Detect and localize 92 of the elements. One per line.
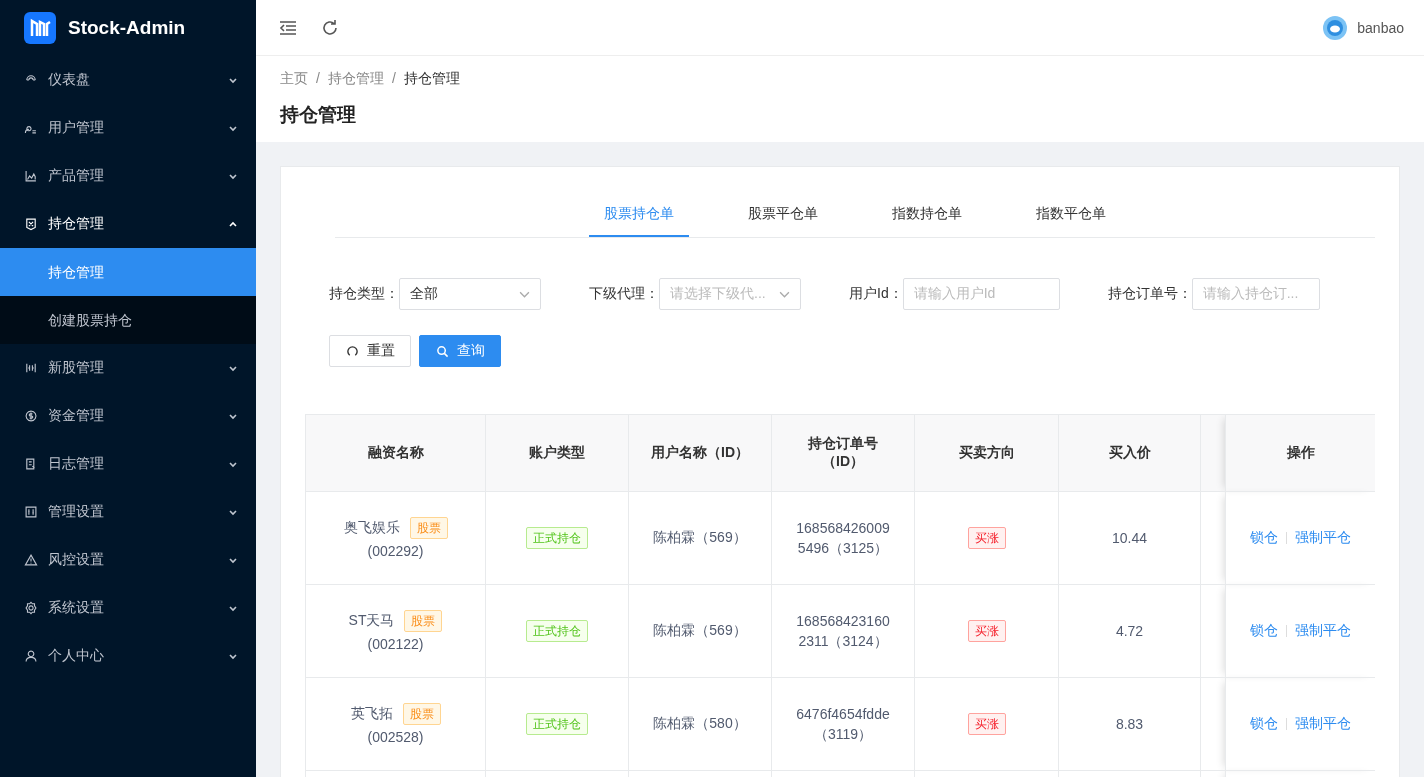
chevron-icon (228, 219, 238, 229)
menu-item[interactable]: 仪表盘 (0, 56, 256, 104)
menu-icon (24, 217, 38, 231)
submenu-item[interactable]: 创建股票持仓 (0, 296, 256, 344)
menu-icon (24, 409, 38, 423)
table-cell: 陈柏霖（580） (628, 677, 772, 771)
filter-label: 持仓订单号： (1107, 285, 1192, 303)
user-name[interactable]: banbao (1357, 19, 1404, 36)
app-title: Stock-Admin (68, 17, 186, 39)
direction-tag: 买涨 (967, 527, 1006, 549)
stock-code: (002528) (366, 729, 425, 745)
filter-label: 持仓类型： (329, 285, 399, 303)
account-type-tag: 正式持仓 (526, 527, 588, 549)
logo-icon (24, 12, 56, 44)
menu-icon (24, 457, 38, 471)
breadcrumb-separator: / (391, 70, 396, 88)
breadcrumb-item[interactable]: 持仓管理 (327, 70, 384, 88)
stock-tag: 股票 (402, 703, 441, 725)
chevron-icon (228, 75, 238, 85)
chevron-icon (228, 411, 238, 421)
column-header: 持仓订单号（ID） (771, 414, 915, 492)
select-field[interactable]: 全部 (399, 278, 541, 310)
avatar-icon[interactable] (1323, 15, 1348, 40)
chevron-icon (228, 459, 238, 469)
action-link[interactable]: 强制平仓 (1295, 529, 1351, 545)
search-icon (435, 344, 449, 358)
menu-icon (24, 505, 38, 519)
breadcrumb-separator: / (316, 70, 320, 88)
tab[interactable]: 指数持仓单 (877, 191, 977, 237)
order-number: 6476f4654fdde（3119） (795, 705, 891, 744)
action-link[interactable]: 锁仓 (1250, 715, 1278, 731)
chevron-icon (228, 507, 238, 517)
chevron-icon (228, 123, 238, 133)
stock-name: ST天马 (348, 612, 395, 630)
refresh-icon[interactable] (320, 17, 340, 38)
stock-name: 奥飞娱乐 (343, 519, 400, 537)
menu-item[interactable]: 新股管理 (0, 344, 256, 392)
action-link[interactable]: 锁仓 (1250, 622, 1278, 638)
table-cell: 4.72 (1058, 584, 1201, 678)
menu-item[interactable]: 管理设置 (0, 488, 256, 536)
menu-icon (24, 601, 38, 615)
breadcrumb-item: 持仓管理 (403, 70, 460, 88)
chevron-icon (228, 555, 238, 565)
menu-item[interactable]: 系统设置 (0, 584, 256, 632)
filter-label: 用户Id： (849, 285, 903, 303)
reset-icon (345, 344, 359, 358)
page-title: 持仓管理 (280, 103, 357, 127)
menu-item[interactable]: 用户管理 (0, 104, 256, 152)
chevron-icon (228, 651, 238, 661)
tab[interactable]: 股票平仓单 (733, 191, 833, 237)
column-header: 买入价 (1058, 414, 1201, 492)
chevron-icon (228, 603, 238, 613)
action-link[interactable]: 强制平仓 (1295, 715, 1351, 731)
reset-button[interactable]: 重置 (329, 335, 411, 367)
action-link[interactable]: 锁仓 (1250, 529, 1278, 545)
account-type-tag: 正式持仓 (526, 620, 588, 642)
direction-tag: 买涨 (967, 713, 1006, 735)
menu-item[interactable]: 产品管理 (0, 152, 256, 200)
stock-tag: 股票 (409, 517, 448, 539)
order-number: 1685684231602311（3124） (795, 612, 891, 651)
column-header: 买卖方向 (914, 414, 1059, 492)
stock-tag: 股票 (404, 610, 443, 632)
action-link[interactable]: 强制平仓 (1295, 622, 1351, 638)
column-header: 操作 (1225, 414, 1375, 492)
menu-icon (24, 361, 38, 375)
menu-icon (24, 169, 38, 183)
table-cell: 陈柏霖（569） (628, 491, 772, 585)
tab[interactable]: 指数平仓单 (1021, 191, 1121, 237)
menu-item[interactable]: 风控设置 (0, 536, 256, 584)
menu-icon (24, 553, 38, 567)
direction-tag: 买涨 (967, 620, 1006, 642)
menu-item[interactable]: 日志管理 (0, 440, 256, 488)
table-cell: 8.83 (1058, 677, 1201, 771)
stock-code: (002292) (366, 543, 425, 559)
table-cell: 陈柏霖（569） (628, 584, 772, 678)
breadcrumb-item[interactable]: 主页 (280, 70, 308, 88)
chevron-icon (228, 363, 238, 373)
menu-item[interactable]: 资金管理 (0, 392, 256, 440)
column-header: 用户名称（ID） (628, 414, 772, 492)
menu-item[interactable]: 个人中心 (0, 632, 256, 680)
column-header: 账户类型 (485, 414, 629, 492)
stock-code: (002122) (366, 636, 425, 652)
chevron-icon (228, 171, 238, 181)
account-type-tag: 正式持仓 (526, 713, 588, 735)
table-cell: 10.44 (1058, 491, 1201, 585)
menu-item[interactable]: 持仓管理 (0, 200, 256, 248)
stock-name: 英飞拓 (350, 705, 393, 723)
column-header: 融资名称 (305, 414, 486, 492)
tab[interactable]: 股票持仓单 (589, 191, 689, 237)
order-number: 1685684260095496（3125） (795, 519, 891, 558)
menu-icon (24, 649, 38, 663)
filter-label: 下级代理： (589, 285, 659, 303)
